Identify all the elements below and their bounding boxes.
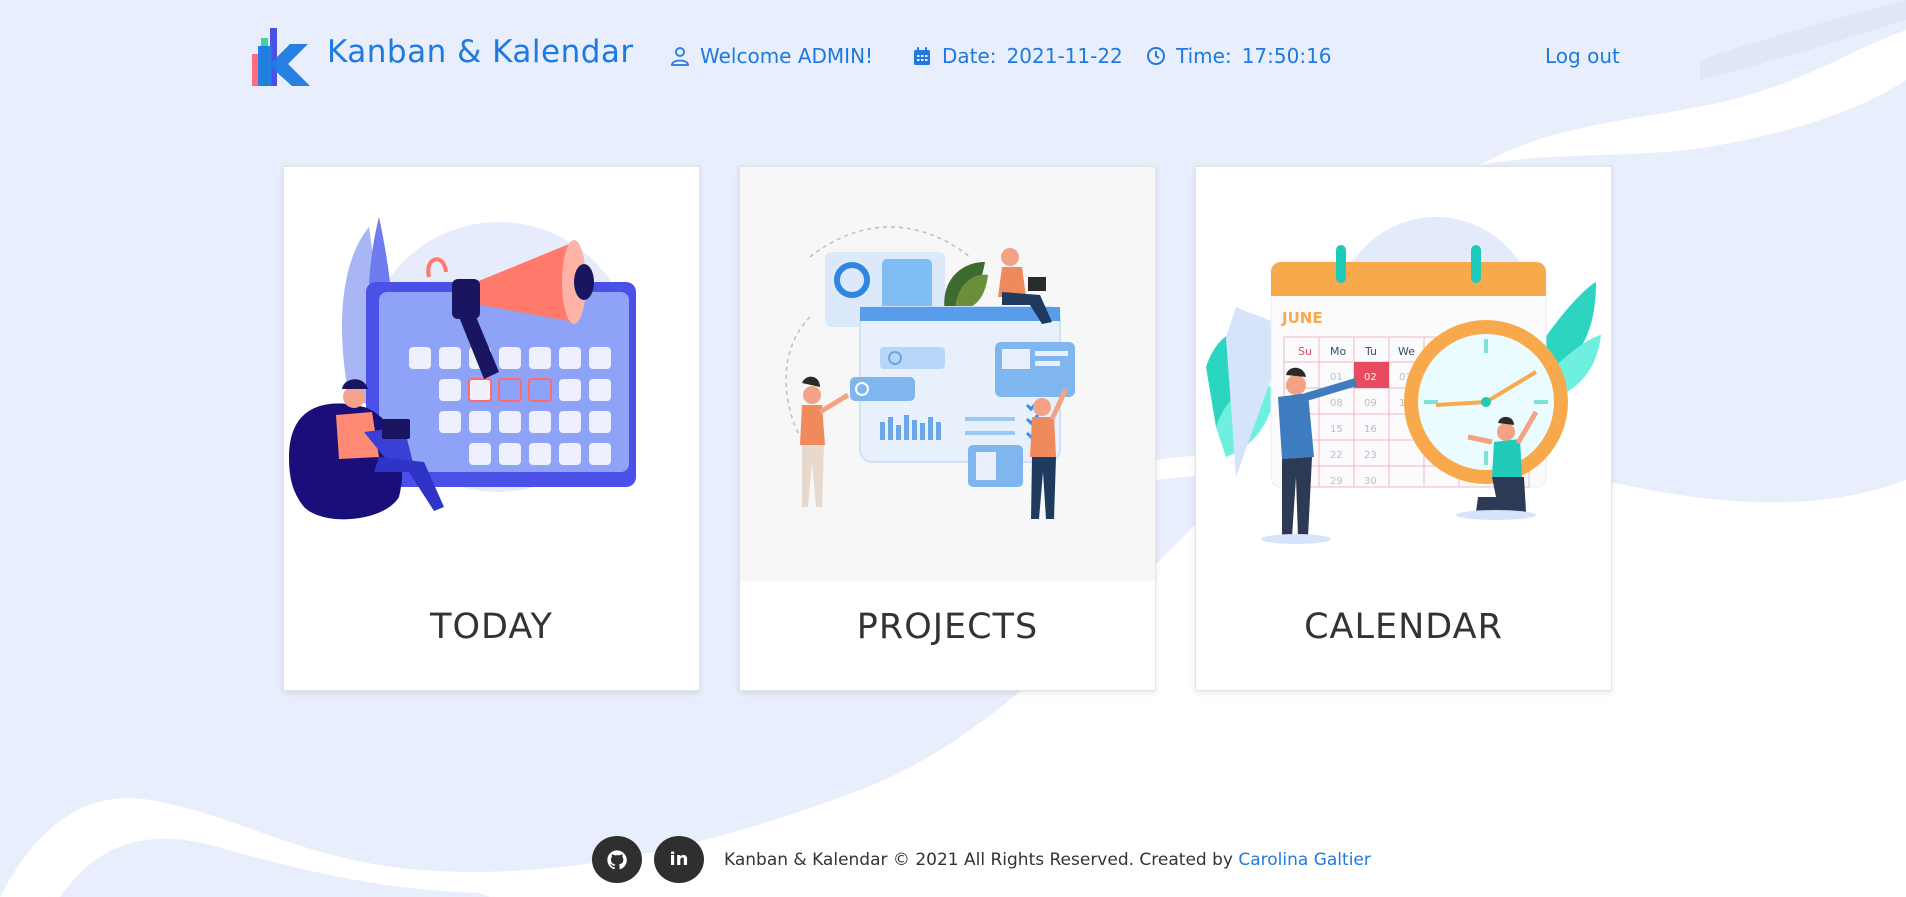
date-label: Date: (942, 44, 997, 68)
svg-text:30: 30 (1364, 476, 1377, 487)
svg-text:09: 09 (1364, 398, 1377, 409)
linkedin-icon: in (669, 849, 689, 870)
svg-text:22: 22 (1330, 450, 1343, 461)
copyright-text: Kanban & Kalendar © 2021 All Rights Rese… (724, 850, 1233, 870)
svg-text:02: 02 (1364, 372, 1377, 383)
svg-text:Mo: Mo (1330, 345, 1346, 358)
svg-text:We: We (1398, 345, 1415, 358)
date-display: Date: 2021-11-22 (912, 44, 1123, 68)
svg-text:Su: Su (1298, 345, 1312, 358)
svg-text:01: 01 (1330, 372, 1343, 383)
projects-label[interactable]: PROJECTS (740, 607, 1155, 647)
date-value: 2021-11-22 (1006, 44, 1123, 68)
brand-title[interactable]: Kanban & Kalendar (327, 34, 634, 70)
svg-text:15: 15 (1330, 424, 1343, 435)
time-display: Time: 17:50:16 (1146, 44, 1332, 68)
github-icon (607, 849, 627, 869)
author-link[interactable]: Carolina Galtier (1238, 850, 1371, 870)
linkedin-button[interactable]: in (654, 836, 704, 883)
github-button[interactable] (592, 836, 642, 883)
welcome-message: Welcome ADMIN! (670, 44, 873, 68)
calendar-megaphone-illustration (289, 217, 636, 520)
logo-icon[interactable] (252, 26, 310, 86)
projects-card[interactable]: PROJECTS (739, 166, 1156, 691)
calendar-card[interactable]: JUNE Su Mo Tu We Th Fr Sa 01 02 03 08 (1195, 166, 1612, 691)
today-card[interactable]: TODAY (283, 166, 700, 691)
svg-text:08: 08 (1330, 398, 1343, 409)
clock-icon (1147, 47, 1165, 65)
today-label[interactable]: TODAY (284, 607, 699, 647)
calendar-month: JUNE (1281, 309, 1323, 327)
footer-text: Kanban & Kalendar © 2021 All Rights Rese… (724, 850, 1371, 870)
time-value: 17:50:16 (1241, 44, 1332, 68)
time-label: Time: (1176, 44, 1232, 68)
svg-text:23: 23 (1364, 450, 1377, 461)
logout-link[interactable]: Log out (1545, 44, 1620, 68)
svg-text:29: 29 (1330, 476, 1343, 487)
project-board-illustration (785, 226, 1075, 519)
footer: in Kanban & Kalendar © 2021 All Rights R… (0, 836, 1906, 886)
calendar-label[interactable]: CALENDAR (1196, 607, 1611, 647)
calendar-clock-illustration: JUNE Su Mo Tu We Th Fr Sa 01 02 03 08 (1206, 217, 1601, 544)
calendar-icon (914, 47, 930, 65)
top-navbar: Kanban & Kalendar Welcome ADMIN! Date: 2… (0, 0, 1906, 115)
svg-text:16: 16 (1364, 424, 1377, 435)
welcome-text: Welcome ADMIN! (700, 44, 874, 68)
user-icon (671, 47, 689, 66)
svg-text:Tu: Tu (1364, 345, 1377, 358)
